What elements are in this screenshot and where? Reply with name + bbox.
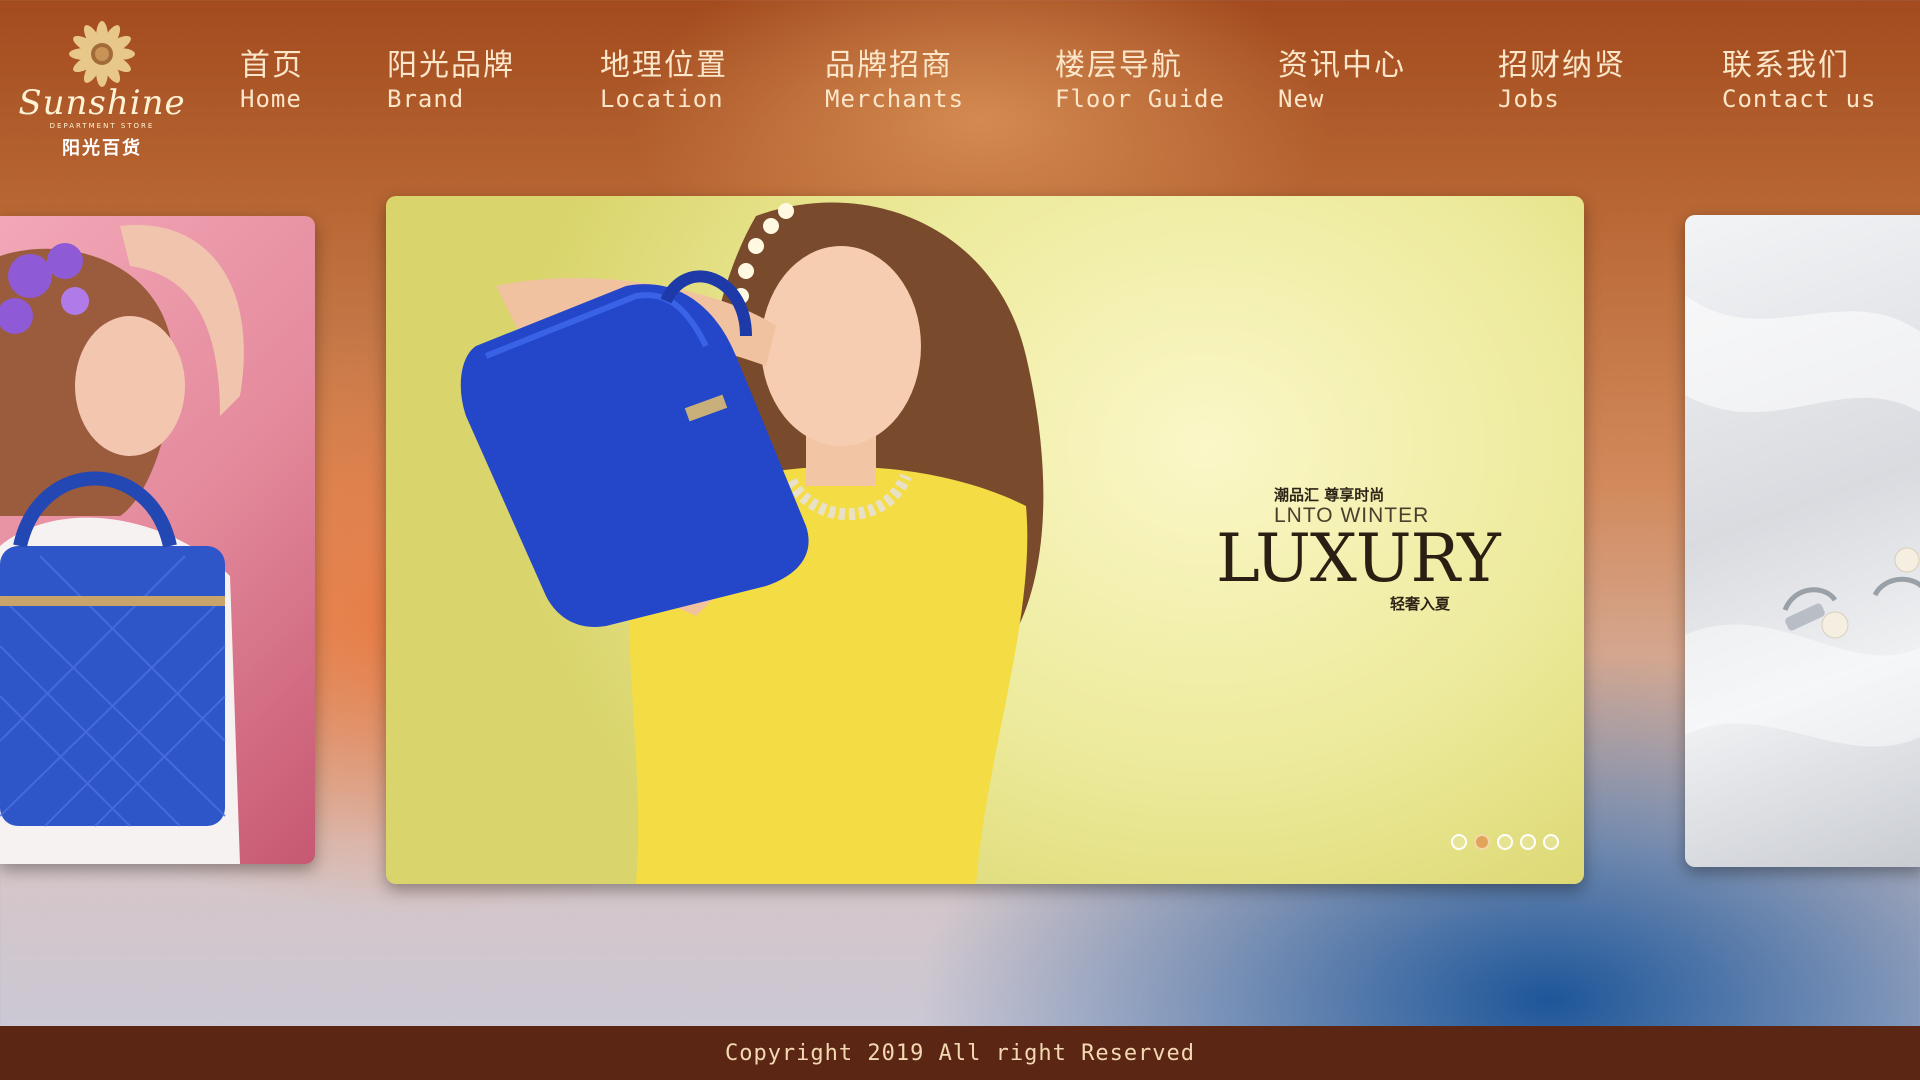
carousel-dot[interactable]: [1497, 834, 1513, 850]
sunflower-logo-icon: [69, 21, 135, 87]
nav-label-en: Location: [600, 85, 724, 113]
nav-label-cn: 阳光品牌: [387, 48, 515, 83]
nav-label-cn: 品牌招商: [825, 48, 953, 83]
copyright-text: Copyright 2019 All right Reserved: [724, 1040, 1196, 1066]
nav-item-home[interactable]: 首页 Home: [240, 48, 304, 114]
nav-item-merchants[interactable]: 品牌招商 Merchants: [825, 48, 964, 114]
pearl-earrings-image: [1685, 295, 1920, 747]
logo-wordmark: Sunshine: [18, 83, 186, 123]
carousel-slide-active[interactable]: 潮品汇 尊享时尚 LNTO WINTER LUXURY 轻奢入夏: [386, 196, 1584, 884]
carousel-pagination: [1451, 834, 1559, 850]
nav-label-cn: 楼层导航: [1055, 48, 1183, 83]
nav-item-news[interactable]: 资讯中心 New: [1278, 48, 1406, 114]
banner-tagline-cn: 潮品汇 尊享时尚: [1274, 486, 1385, 504]
site-footer: Copyright 2019 All right Reserved: [0, 1026, 1920, 1080]
carousel-dot[interactable]: [1451, 834, 1467, 850]
nav-label-cn: 资讯中心: [1278, 48, 1406, 83]
nav-label-en: Home: [240, 85, 302, 113]
nav-item-jobs[interactable]: 招财纳贤 Jobs: [1498, 48, 1626, 114]
logo-chinese-name: 阳光百货: [62, 138, 142, 159]
logo[interactable]: Sunshine DEPARTMENT STORE 阳光百货: [18, 18, 185, 163]
handbag-model-image: [0, 224, 244, 864]
nav-item-floor-guide[interactable]: 楼层导航 Floor Guide: [1055, 48, 1225, 114]
nav-label-cn: 地理位置: [600, 48, 728, 83]
nav-item-contact-us[interactable]: 联系我们 Contact us: [1722, 48, 1877, 114]
banner-caption: 潮品汇 尊享时尚 LNTO WINTER LUXURY 轻奢入夏: [1216, 484, 1501, 614]
carousel-slide-previous[interactable]: [0, 216, 315, 864]
nav-label-cn: 联系我们: [1722, 48, 1850, 83]
nav-item-location[interactable]: 地理位置 Location: [600, 48, 728, 114]
nav-label-en: Contact us: [1722, 85, 1877, 113]
carousel-dot-active[interactable]: [1474, 834, 1490, 850]
logo-subtitle: DEPARTMENT STORE: [49, 122, 155, 130]
site-header: Sunshine DEPARTMENT STORE 阳光百货 首页 Home 阳…: [0, 0, 1920, 170]
nav-label-cn: 招财纳贤: [1498, 48, 1626, 83]
nav-label-en: Jobs: [1498, 85, 1560, 113]
banner-luxury-title: LUXURY: [1216, 520, 1501, 597]
carousel-dot[interactable]: [1520, 834, 1536, 850]
nav-item-brand[interactable]: 阳光品牌 Brand: [387, 48, 515, 114]
nav-label-cn: 首页: [240, 48, 304, 83]
nav-label-en: Merchants: [825, 85, 965, 113]
carousel-dot[interactable]: [1543, 834, 1559, 850]
nav-label-en: New: [1278, 85, 1325, 113]
nav-label-en: Brand: [387, 85, 465, 113]
carousel-slide-next[interactable]: [1685, 215, 1920, 867]
nav-label-en: Floor Guide: [1055, 85, 1225, 113]
